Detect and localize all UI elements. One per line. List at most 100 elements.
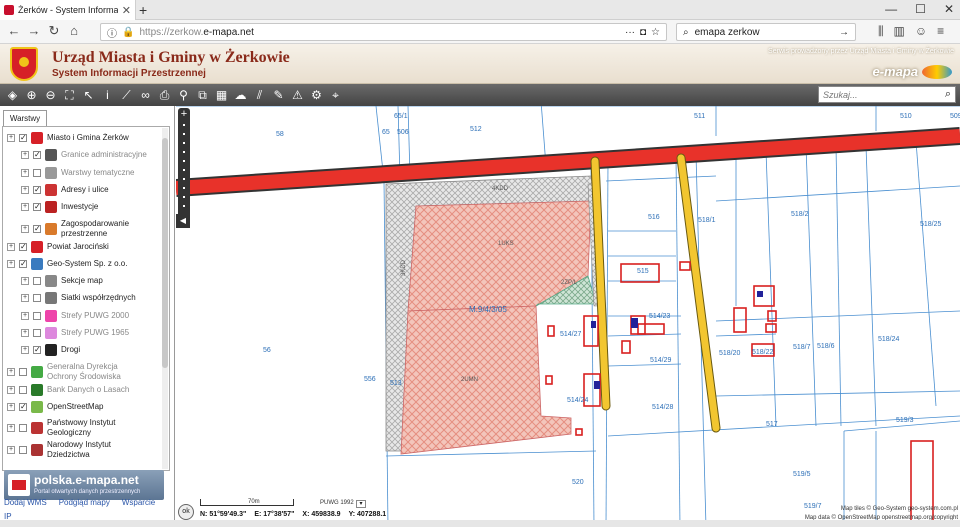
link-add-wms[interactable]: Dodaj WMS bbox=[4, 498, 47, 507]
expand-icon[interactable]: + bbox=[21, 294, 29, 303]
pointer-icon[interactable]: ↖ bbox=[80, 86, 97, 104]
expand-icon[interactable]: + bbox=[21, 168, 29, 177]
link-support[interactable]: Wsparcie bbox=[122, 498, 155, 507]
layer-checkbox[interactable]: ✓ bbox=[33, 224, 41, 233]
map-view[interactable]: 58 65/1 65 506 512 511 510 509 516 518/1 518/2 518/… bbox=[176, 106, 960, 527]
zoom-slider[interactable]: + − bbox=[178, 108, 190, 228]
settings-icon[interactable]: ⚙ bbox=[308, 86, 325, 104]
minimize-icon[interactable]: — bbox=[885, 2, 897, 16]
expand-icon[interactable]: + bbox=[7, 259, 15, 268]
expand-icon[interactable]: + bbox=[21, 346, 29, 355]
forward-icon[interactable]: → bbox=[26, 23, 42, 38]
browser-tab[interactable]: Żerków - System Informacji P ✕ bbox=[0, 0, 136, 20]
layer-row[interactable]: + Siatki współrzędnych bbox=[3, 292, 163, 305]
pocket-icon[interactable]: ◘ bbox=[640, 27, 646, 38]
layer-row[interactable]: + ✓ Granice administracyjne bbox=[3, 149, 163, 162]
expand-icon[interactable]: + bbox=[7, 446, 15, 455]
account-icon[interactable]: ☺ bbox=[915, 24, 927, 39]
expand-icon[interactable]: + bbox=[21, 277, 29, 286]
expand-icon[interactable]: + bbox=[7, 424, 15, 433]
info-icon[interactable]: ⓘ bbox=[107, 25, 117, 40]
location-icon[interactable]: ⌖ bbox=[327, 86, 344, 104]
zoom-extent-icon[interactable]: ⛶ bbox=[61, 86, 78, 104]
layer-checkbox[interactable] bbox=[33, 329, 41, 337]
layer-row[interactable]: + ✓ Miasto i Gmina Żerków bbox=[3, 132, 163, 144]
map-zoom-in-button[interactable]: + bbox=[178, 108, 190, 120]
layer-row[interactable]: + Generalna Dyrekcja Ochrony Środowiska bbox=[3, 362, 163, 382]
layer-row[interactable]: + Strefy PUWG 1965 bbox=[3, 327, 163, 339]
layer-row[interactable]: + ✓ OpenStreetMap bbox=[3, 400, 163, 413]
layer-checkbox[interactable] bbox=[19, 385, 27, 394]
link-map-preview[interactable]: Podgląd mapy bbox=[59, 498, 110, 507]
info-tool-icon[interactable]: i bbox=[99, 86, 116, 104]
expand-icon[interactable]: + bbox=[7, 367, 15, 376]
layer-checkbox[interactable] bbox=[33, 311, 41, 320]
zoom-out-icon[interactable]: ⊖ bbox=[42, 86, 59, 104]
layer-checkbox[interactable]: ✓ bbox=[19, 402, 27, 411]
promo-banner[interactable]: polska.e-mapa.net Portal otwartych danyc… bbox=[4, 470, 164, 500]
new-tab-button[interactable]: + bbox=[139, 2, 147, 18]
layer-row[interactable]: + Strefy PUWG 2000 bbox=[3, 309, 163, 322]
map-search-input[interactable] bbox=[823, 89, 945, 100]
layer-checkbox[interactable]: ✓ bbox=[19, 134, 27, 142]
hatch-icon[interactable]: ⫽ bbox=[251, 86, 268, 104]
expand-icon[interactable]: + bbox=[21, 311, 29, 320]
window-icon[interactable]: ⧉ bbox=[194, 86, 211, 104]
layer-checkbox[interactable]: ✓ bbox=[33, 203, 41, 212]
close-window-icon[interactable]: ✕ bbox=[944, 2, 954, 16]
ok-button[interactable]: ok bbox=[178, 504, 194, 520]
maximize-icon[interactable]: ☐ bbox=[915, 2, 926, 16]
marker-icon[interactable]: ⚲ bbox=[175, 86, 192, 104]
close-tab-icon[interactable]: ✕ bbox=[122, 4, 131, 17]
layer-checkbox[interactable]: ✓ bbox=[19, 242, 27, 251]
zoom-levels[interactable] bbox=[183, 124, 185, 208]
layer-row[interactable]: + Narodowy Instytut Dziedzictwa bbox=[3, 440, 163, 460]
home-icon[interactable]: ⌂ bbox=[66, 23, 82, 38]
reload-icon[interactable]: ↻ bbox=[46, 23, 62, 39]
collapse-panel-button[interactable]: ◀ bbox=[176, 214, 190, 228]
layer-row[interactable]: + ✓ Drogi bbox=[3, 344, 163, 357]
more-icon[interactable]: ··· bbox=[625, 27, 635, 38]
menu-icon[interactable]: ≡ bbox=[937, 24, 944, 39]
tab-warstwy[interactable]: Warstwy bbox=[3, 110, 47, 126]
layer-row[interactable]: + ✓ Powiat Jarociński bbox=[3, 240, 163, 253]
layer-checkbox[interactable] bbox=[19, 424, 27, 433]
map-canvas[interactable]: 58 65/1 65 506 512 511 510 509 516 518/1 518/2 518/… bbox=[176, 106, 960, 527]
layer-row[interactable]: + ✓ Adresy i ulice bbox=[3, 183, 163, 196]
expand-icon[interactable]: + bbox=[7, 242, 15, 251]
layer-row[interactable]: + Sekcje map bbox=[3, 275, 163, 288]
sidebar-icon[interactable]: ▥ bbox=[894, 24, 905, 39]
expand-icon[interactable]: + bbox=[21, 224, 29, 233]
layer-row[interactable]: + Bank Danych o Lasach bbox=[3, 383, 163, 396]
pen-icon[interactable]: ✎ bbox=[270, 86, 287, 104]
expand-icon[interactable]: + bbox=[7, 385, 15, 394]
expand-icon[interactable]: + bbox=[7, 134, 15, 142]
layer-checkbox[interactable]: ✓ bbox=[33, 185, 41, 194]
layer-checkbox[interactable]: ✓ bbox=[33, 346, 41, 355]
address-bar[interactable]: ⓘ 🔒 https://zerkow.e-mapa.net ··· ◘ ☆ bbox=[100, 23, 667, 41]
map-search-icon[interactable]: ⌕ bbox=[945, 88, 951, 101]
library-icon[interactable]: ⫼ bbox=[878, 24, 884, 39]
layer-checkbox[interactable] bbox=[33, 277, 41, 286]
layer-checkbox[interactable]: ✓ bbox=[19, 259, 27, 268]
print-icon[interactable]: ⎙ bbox=[156, 86, 173, 104]
search-go-icon[interactable]: → bbox=[839, 27, 849, 38]
crs-dropdown[interactable]: ▾ bbox=[356, 500, 366, 508]
layer-row[interactable]: + Państwowy Instytut Geologiczny bbox=[3, 418, 163, 438]
layer-checkbox[interactable] bbox=[19, 367, 27, 376]
bookmark-star-icon[interactable]: ☆ bbox=[651, 27, 660, 38]
layer-checkbox[interactable] bbox=[33, 168, 41, 177]
expand-icon[interactable]: + bbox=[21, 185, 29, 194]
zoom-in-icon[interactable]: ⊕ bbox=[23, 86, 40, 104]
measure-icon[interactable]: ⟋ bbox=[118, 86, 135, 104]
browser-search-box[interactable]: ⌕ emapa zerkow → bbox=[676, 23, 856, 41]
expand-icon[interactable]: + bbox=[21, 329, 29, 337]
back-icon[interactable]: ← bbox=[6, 23, 22, 38]
cloud-icon[interactable]: ☁ bbox=[232, 86, 249, 104]
warning-icon[interactable]: ⚠ bbox=[289, 86, 306, 104]
layer-row[interactable]: + Warstwy tematyczne bbox=[3, 166, 163, 179]
layer-row[interactable]: + ✓ Geo-System Sp. z o.o. bbox=[3, 257, 163, 270]
expand-icon[interactable]: + bbox=[21, 203, 29, 212]
layer-checkbox[interactable] bbox=[19, 446, 27, 455]
layer-checkbox[interactable]: ✓ bbox=[33, 151, 41, 160]
